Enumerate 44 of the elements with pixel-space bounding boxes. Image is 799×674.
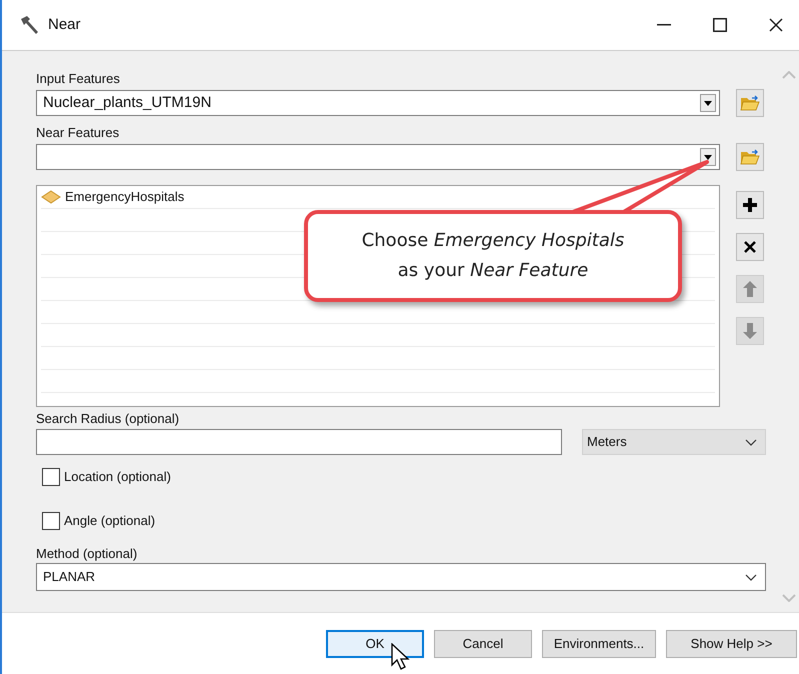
field-label: Search Radius (optional) — [36, 410, 180, 428]
field-value: Nuclear_plants_UTM19N — [43, 92, 212, 113]
remove-button[interactable] — [736, 233, 764, 261]
minimize-icon — [657, 24, 671, 26]
window-title: Near — [48, 14, 81, 35]
diamond-icon — [41, 190, 61, 204]
list-item[interactable]: EmergencyHospitals — [65, 187, 184, 207]
callout-text: as your Near Feature — [398, 259, 588, 283]
add-button[interactable] — [736, 191, 764, 219]
mouse-pointer-icon — [391, 643, 411, 671]
move-down-button[interactable] — [736, 317, 764, 345]
field-value: PLANAR — [43, 568, 96, 586]
folder-icon — [740, 149, 760, 165]
unit-dropdown[interactable]: Meters — [582, 429, 766, 455]
chevron-down-icon — [745, 574, 757, 580]
dropdown-field[interactable]: Nuclear_plants_UTM19N — [36, 90, 720, 116]
arrow-down-icon — [743, 323, 757, 339]
arrow-up-icon — [743, 281, 757, 297]
checkbox-label: Angle (optional) — [64, 512, 156, 530]
maximize-icon — [713, 18, 727, 32]
folder-icon — [740, 95, 760, 111]
scroll-up-icon — [782, 71, 796, 79]
checkbox[interactable] — [42, 468, 60, 486]
dialog-button[interactable]: Show Help >> — [666, 630, 797, 658]
x-icon — [744, 241, 756, 253]
plus-icon — [742, 197, 758, 213]
scroll-down-icon — [782, 594, 796, 602]
field-label: Method (optional) — [36, 545, 138, 563]
dialog-button[interactable]: Environments... — [542, 630, 656, 658]
search-radius-field[interactable] — [36, 429, 562, 455]
method-dropdown[interactable]: PLANAR — [36, 563, 766, 591]
folder-button[interactable] — [736, 143, 764, 171]
dialog-button[interactable]: Cancel — [434, 630, 532, 658]
close-icon — [769, 18, 783, 32]
field-label: Near Features — [36, 124, 120, 142]
move-up-button[interactable] — [736, 275, 764, 303]
field-label: Input Features — [36, 70, 121, 88]
hammer-icon — [18, 14, 40, 36]
checkbox[interactable] — [42, 512, 60, 530]
field-value: Meters — [587, 433, 628, 452]
chevron-down-icon — [745, 438, 757, 446]
checkbox-label: Location (optional) — [64, 468, 171, 486]
callout-text: Choose Emergency Hospitals — [362, 229, 624, 253]
folder-button[interactable] — [736, 89, 764, 117]
